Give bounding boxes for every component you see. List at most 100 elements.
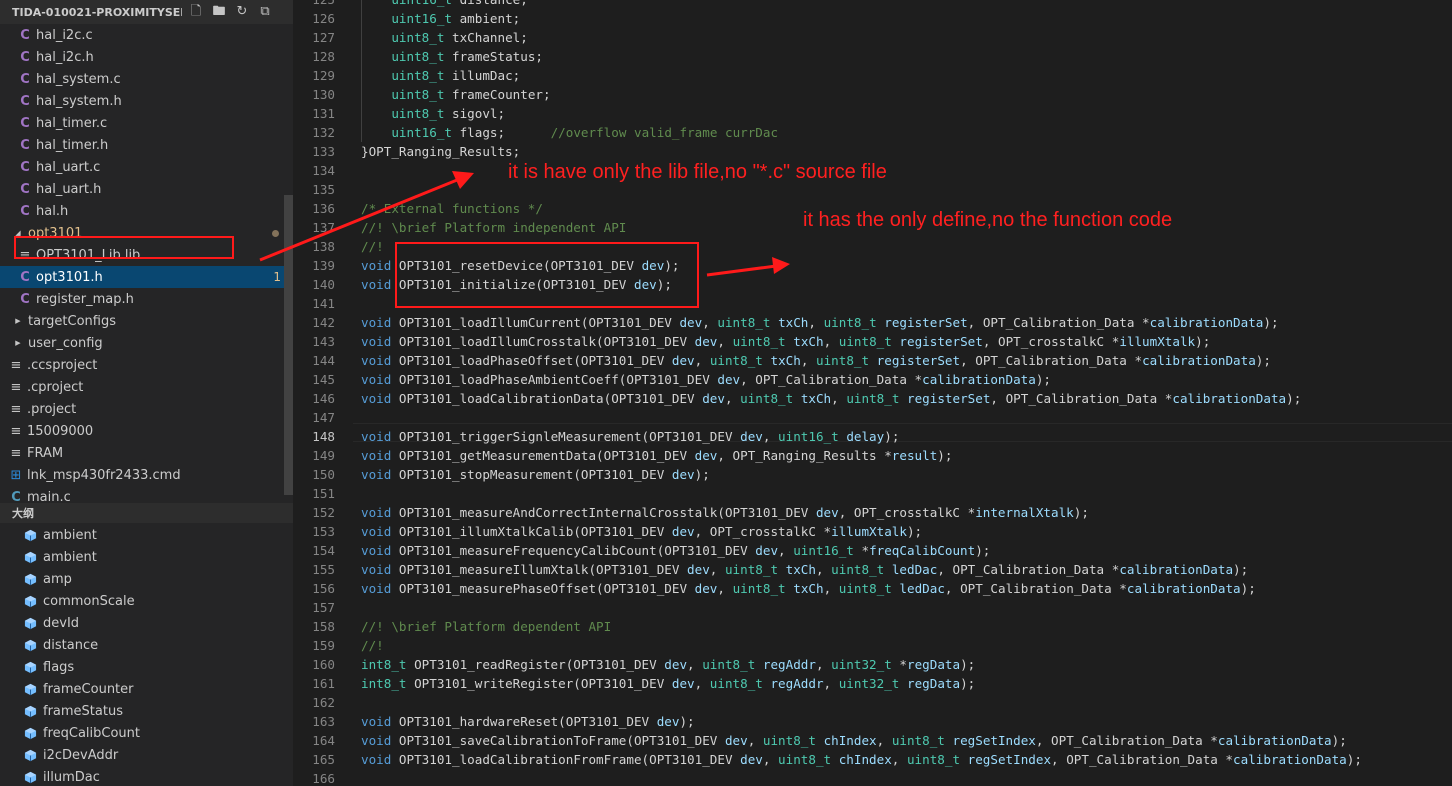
code-text: int8_t OPT3101_readRegister(OPT3101_DEV … (361, 655, 975, 674)
code-token: OPT3101_loadPhaseAmbientCoeff(OPT3101_DE… (391, 372, 718, 387)
code-line[interactable]: 147 (293, 408, 1452, 427)
outline-item[interactable]: distance (0, 634, 293, 656)
outline-item[interactable]: freqCalibCount (0, 722, 293, 744)
code-text: uint16_t ambient; (361, 9, 520, 28)
code-line[interactable]: 159 //! (293, 636, 1452, 655)
text-file-icon: ≡ (10, 379, 22, 395)
code-token: uint8_t (732, 581, 786, 596)
tree-item[interactable]: Chal.h (0, 200, 293, 222)
c-file-icon: C (20, 291, 30, 307)
code-line[interactable]: 127 uint8_t txChannel; (293, 28, 1452, 47)
refresh-icon[interactable]: ↻ (234, 4, 250, 20)
new-folder-icon[interactable]: 🖿 (211, 4, 227, 20)
outline-item[interactable]: amp (0, 568, 293, 590)
tree-item[interactable]: Chal_uart.c (0, 156, 293, 178)
tree-item[interactable]: Chal_uart.h (0, 178, 293, 200)
outline-item[interactable]: frameStatus (0, 700, 293, 722)
code-token: , (762, 429, 779, 444)
outline-item[interactable]: ambient (0, 524, 293, 546)
code-token: , OPT_Calibration_Data * (740, 372, 923, 387)
tree-item-label: targetConfigs (28, 313, 117, 329)
outline-item[interactable]: i2cDevAddr (0, 744, 293, 766)
code-token: ); (1286, 391, 1302, 406)
code-line[interactable]: 125 uint16_t distance; (293, 0, 1452, 9)
tree-item[interactable]: ▶ targetConfigs (0, 310, 293, 332)
code-line[interactable]: 145 void OPT3101_loadPhaseAmbientCoeff(OP… (293, 370, 1452, 389)
code-line[interactable]: 143 void OPT3101_loadIllumCrosstalk(OPT31… (293, 332, 1452, 351)
tree-item[interactable]: ≡ FRAM (0, 442, 293, 464)
code-token: , (778, 543, 794, 558)
code-line[interactable]: 153 void OPT3101_illumXtalkCalib(OPT3101_… (293, 522, 1452, 541)
code-line[interactable]: 131 uint8_t sigovl; (293, 104, 1452, 123)
tree-item[interactable]: ⊞ lnk_msp430fr2433.cmd (0, 464, 293, 486)
code-line[interactable]: 151 (293, 484, 1452, 503)
outline-header[interactable]: 大纲 (0, 503, 293, 523)
code-line[interactable]: 165 void OPT3101_loadCalibrationFromFrame… (293, 750, 1452, 769)
code-line[interactable]: 133}OPT_Ranging_Results; (293, 142, 1452, 161)
tree-item[interactable]: Cregister_map.h (0, 288, 293, 310)
code-line[interactable]: 130 uint8_t frameCounter; (293, 85, 1452, 104)
tree-item[interactable]: Chal_system.c (0, 68, 293, 90)
tree-item[interactable]: Chal_i2c.h (0, 46, 293, 68)
tree-item[interactable]: Chal_system.h (0, 90, 293, 112)
tree-item-label: hal_i2c.h (36, 49, 94, 65)
code-line[interactable]: 163 void OPT3101_hardwareReset(OPT3101_DE… (293, 712, 1452, 731)
tree-item-label: hal_i2c.c (36, 27, 93, 43)
field-icon (24, 529, 37, 541)
outline-item[interactable]: frameCounter (0, 678, 293, 700)
tree-item[interactable]: Copt3101.h 1 (0, 266, 293, 288)
code-line[interactable]: 158 //! \brief Platform dependent API (293, 617, 1452, 636)
code-line[interactable]: 156 void OPT3101_measurePhaseOffset(OPT31… (293, 579, 1452, 598)
code-line[interactable]: 155 void OPT3101_measureIllumXtalk(OPT310… (293, 560, 1452, 579)
code-line[interactable]: 148 void OPT3101_triggerSignleMeasurement… (293, 427, 1452, 446)
outline-item[interactable]: ambient (0, 546, 293, 568)
code-line[interactable]: 157 (293, 598, 1452, 617)
outline-item[interactable]: flags (0, 656, 293, 678)
code-token: , (808, 315, 824, 330)
tree-item[interactable]: ≡ .project (0, 398, 293, 420)
tree-item[interactable]: Chal_timer.h (0, 134, 293, 156)
code-token: ); (1240, 581, 1256, 596)
code-line[interactable]: 162 (293, 693, 1452, 712)
chevron-right-icon: ▶ (15, 317, 21, 325)
sidebar-scrollbar[interactable] (284, 195, 293, 495)
code-line[interactable]: 129 uint8_t illumDac; (293, 66, 1452, 85)
code-line[interactable]: 160 int8_t OPT3101_readRegister(OPT3101_D… (293, 655, 1452, 674)
outline-item[interactable]: devId (0, 612, 293, 634)
code-line[interactable]: 154 void OPT3101_measureFrequencyCalibCou… (293, 541, 1452, 560)
tree-item[interactable]: Chal_i2c.c (0, 24, 293, 46)
explorer-header: TIDA-010021-PROXIMITYSEN... 🗋 🖿 ↻ ⧉ (0, 0, 293, 24)
tree-item[interactable]: ≡ .cproject (0, 376, 293, 398)
line-number: 161 (312, 676, 335, 691)
new-file-icon[interactable]: 🗋 (188, 4, 204, 20)
code-line[interactable]: 132 uint16_t flags; //overflow valid_fra… (293, 123, 1452, 142)
code-editor[interactable]: 125 uint16_t distance;126 uint16_t ambie… (293, 0, 1452, 786)
code-token: ledDac (891, 562, 938, 577)
code-text: void OPT3101_loadIllumCrosstalk(OPT3101_… (361, 332, 1210, 351)
code-line[interactable]: 142 void OPT3101_loadIllumCurrent(OPT3101… (293, 313, 1452, 332)
code-token: dev (694, 448, 718, 463)
code-line[interactable]: 149 void OPT3101_getMeasurementData(OPT31… (293, 446, 1452, 465)
code-token: , OPT_Calibration_Data * (1035, 733, 1218, 748)
code-line[interactable]: 126 uint16_t ambient; (293, 9, 1452, 28)
code-line[interactable]: 152 void OPT3101_measureAndCorrectInterna… (293, 503, 1452, 522)
code-line[interactable]: 128 uint8_t frameStatus; (293, 47, 1452, 66)
outline-item[interactable]: illumDac (0, 766, 293, 786)
code-line[interactable]: 161 int8_t OPT3101_writeRegister(OPT3101_… (293, 674, 1452, 693)
code-line[interactable]: 150 void OPT3101_stopMeasurement(OPT3101_… (293, 465, 1452, 484)
code-line[interactable]: 146 void OPT3101_loadCalibrationData(OPT3… (293, 389, 1452, 408)
outline-item[interactable]: commonScale (0, 590, 293, 612)
collapse-all-icon[interactable]: ⧉ (257, 4, 273, 20)
tree-item[interactable]: Chal_timer.c (0, 112, 293, 134)
c-file-icon: C (20, 203, 30, 219)
code-token: uint32_t (838, 676, 900, 691)
code-line[interactable]: 166 (293, 769, 1452, 786)
code-token: dev (679, 315, 703, 330)
tree-item[interactable]: ≡ 15009000 (0, 420, 293, 442)
code-line[interactable]: 164 void OPT3101_saveCalibrationToFrame(O… (293, 731, 1452, 750)
code-line[interactable]: 144 void OPT3101_loadPhaseOffset(OPT3101_… (293, 351, 1452, 370)
tree-item[interactable]: ≡ .ccsproject (0, 354, 293, 376)
tree-item[interactable]: ▶ user_config (0, 332, 293, 354)
